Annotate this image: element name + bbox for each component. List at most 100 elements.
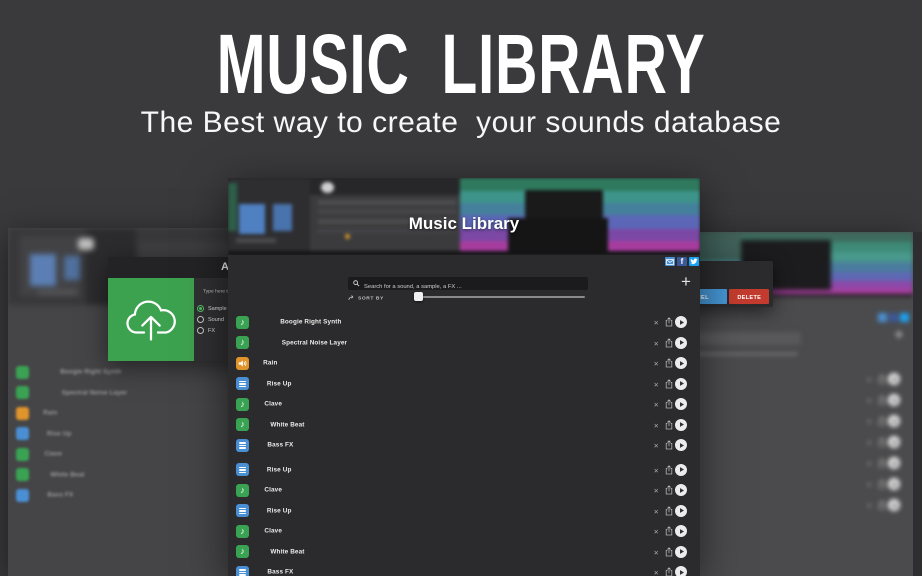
- music-note-icon: ♪: [240, 400, 245, 409]
- email-icon[interactable]: [665, 257, 675, 266]
- share-icon[interactable]: [665, 440, 673, 450]
- delete-button[interactable]: DELETE: [729, 289, 769, 304]
- track-row[interactable]: ♪ Clave ✕: [228, 480, 700, 501]
- facebook-icon[interactable]: f: [677, 257, 687, 266]
- share-icon[interactable]: [665, 465, 673, 475]
- remove-icon[interactable]: ✕: [653, 381, 658, 388]
- share-icon[interactable]: [665, 526, 673, 536]
- page: MUSIC LIBRARY The Best way to create you…: [0, 0, 922, 576]
- track-type-icon: ♪: [236, 545, 249, 558]
- background-track-row: Spectral Noise Layer: [8, 383, 232, 404]
- share-icon[interactable]: [665, 317, 673, 327]
- track-name: White Beat: [270, 421, 304, 428]
- track-name: White Beat: [270, 548, 304, 555]
- share-icon: [878, 416, 886, 426]
- radio-label: Sound: [208, 316, 224, 322]
- upload-dropzone[interactable]: [108, 278, 194, 361]
- remove-icon[interactable]: ✕: [653, 443, 658, 450]
- background-track-list: Boogie Right Synth Spectral Noise Layer …: [8, 362, 232, 506]
- remove-icon[interactable]: ✕: [653, 570, 658, 576]
- share-icon[interactable]: [665, 567, 673, 576]
- page-subtitle: The Best way to create your sounds datab…: [0, 106, 922, 140]
- track-row[interactable]: ♪ Clave ✕: [228, 521, 700, 542]
- remove-icon[interactable]: ✕: [653, 340, 658, 347]
- remove-icon[interactable]: ✕: [653, 320, 658, 327]
- remove-icon[interactable]: ✕: [653, 422, 658, 429]
- social-icons-ghost: [878, 313, 909, 322]
- search-icon: [353, 280, 360, 287]
- play-icon[interactable]: [675, 398, 687, 410]
- remove-icon: ✕: [866, 440, 871, 447]
- play-icon[interactable]: [675, 505, 687, 517]
- remove-icon[interactable]: ✕: [653, 529, 658, 536]
- track-name: Bass FX: [47, 492, 73, 499]
- play-icon[interactable]: [675, 525, 687, 537]
- share-icon[interactable]: [665, 399, 673, 409]
- search-input[interactable]: Search for a sound, a sample, a FX ...: [348, 277, 588, 290]
- remove-icon[interactable]: ✕: [653, 467, 658, 474]
- track-name: Clave: [264, 401, 282, 408]
- track-row[interactable]: ♪ Bass FX ✕: [228, 435, 700, 456]
- lines-icon: [239, 442, 246, 449]
- track-type-icon: [16, 489, 29, 502]
- remove-icon[interactable]: ✕: [653, 508, 658, 515]
- radio-icon: [197, 305, 204, 312]
- share-icon: [878, 500, 886, 510]
- play-icon: [888, 436, 900, 448]
- track-row[interactable]: ♪ Rise Up ✕: [228, 460, 700, 481]
- share-icon[interactable]: [665, 338, 673, 348]
- track-type-icon: [16, 427, 29, 440]
- play-icon[interactable]: [675, 464, 687, 476]
- play-icon[interactable]: [675, 439, 687, 451]
- share-icon[interactable]: [665, 420, 673, 430]
- remove-icon: ✕: [866, 377, 871, 384]
- play-icon[interactable]: [675, 316, 687, 328]
- play-icon[interactable]: [675, 357, 687, 369]
- play-icon[interactable]: [675, 419, 687, 431]
- track-row[interactable]: ♪ Bass FX ✕: [228, 562, 700, 576]
- search-placeholder: Search for a sound, a sample, a FX ...: [364, 283, 462, 289]
- remove-icon: ✕: [866, 419, 871, 426]
- track-type-icon: [16, 386, 29, 399]
- share-icon[interactable]: [665, 379, 673, 389]
- track-type-icon: [16, 468, 29, 481]
- sort-by-label: SORT BY: [358, 295, 384, 301]
- remove-icon[interactable]: ✕: [653, 361, 658, 368]
- social-icons: f: [665, 257, 699, 266]
- track-name: Bass FX: [267, 569, 293, 576]
- track-row[interactable]: ♪ Rise Up ✕: [228, 374, 700, 395]
- track-row[interactable]: ♪ White Beat ✕: [228, 415, 700, 436]
- sort-slider-track[interactable]: [415, 296, 585, 298]
- track-row[interactable]: ♪ Spectral Noise Layer ✕: [228, 333, 700, 354]
- play-icon[interactable]: [675, 566, 687, 576]
- sort-slider-thumb[interactable]: [414, 292, 423, 301]
- lines-icon: [239, 569, 246, 576]
- share-icon: [878, 458, 886, 468]
- share-icon[interactable]: [665, 547, 673, 557]
- track-row[interactable]: ♪ Boogie Right Synth ✕: [228, 312, 700, 333]
- play-icon[interactable]: [675, 546, 687, 558]
- add-sound-button[interactable]: +: [681, 272, 691, 292]
- play-icon[interactable]: [675, 337, 687, 349]
- share-icon[interactable]: [665, 358, 673, 368]
- track-row[interactable]: ♪ Rain ✕: [228, 353, 700, 374]
- share-icon[interactable]: [665, 506, 673, 516]
- remove-icon[interactable]: ✕: [653, 488, 658, 495]
- background-track-row: Boogie Right Synth: [8, 362, 232, 383]
- play-icon[interactable]: [675, 378, 687, 390]
- share-icon[interactable]: [665, 485, 673, 495]
- track-row[interactable]: ♪ Clave ✕: [228, 394, 700, 415]
- track-row[interactable]: ♪ White Beat ✕: [228, 542, 700, 563]
- track-name: Rain: [263, 360, 277, 367]
- twitter-icon[interactable]: [689, 257, 699, 266]
- daw-art-shape: [321, 182, 334, 193]
- play-icon[interactable]: [675, 484, 687, 496]
- track-row[interactable]: ♪ Rise Up ✕: [228, 501, 700, 522]
- music-note-icon: ♪: [240, 527, 245, 536]
- music-note-icon: ♪: [240, 420, 245, 429]
- remove-icon[interactable]: ✕: [653, 402, 658, 409]
- track-type-icon: ♪: [236, 398, 249, 411]
- track-type-icon: [16, 407, 29, 420]
- remove-icon[interactable]: ✕: [653, 549, 658, 556]
- track-name: Rise Up: [267, 466, 292, 473]
